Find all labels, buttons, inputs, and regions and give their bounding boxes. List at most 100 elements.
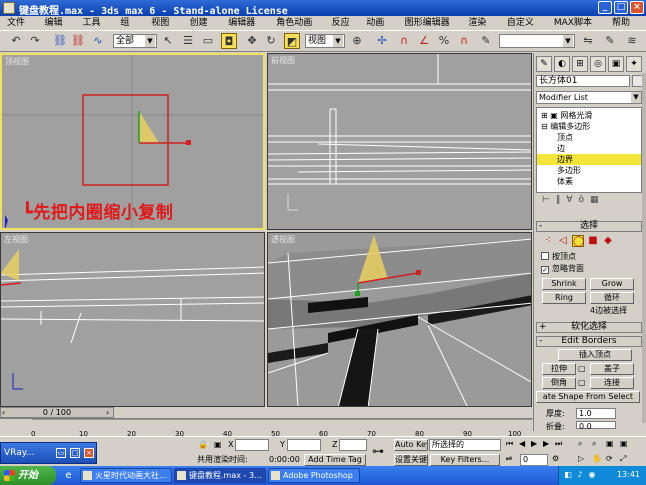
set-key-mode-icon[interactable]: ⊶ — [372, 445, 384, 457]
extrude-settings-icon[interactable]: ▢ — [578, 364, 586, 374]
viewport-front[interactable]: 前视图 — [267, 53, 532, 230]
menu-create[interactable]: 创建(C) — [185, 16, 224, 42]
undo-icon[interactable]: ↶ — [8, 33, 24, 49]
viewport-label-front[interactable]: 前视图 — [271, 55, 295, 66]
track-bar[interactable]: 0 10 20 30 40 50 60 70 80 90 100 — [0, 418, 533, 438]
set-key-button[interactable]: 设置关键 — [394, 454, 428, 466]
cap-button[interactable]: 盖子 — [590, 363, 634, 375]
tray-app-icon[interactable]: ◉ — [587, 470, 597, 480]
viewport-label-perspective[interactable]: 透视图 — [271, 234, 295, 245]
menu-modifiers[interactable]: 编辑器(M) — [223, 16, 271, 42]
shrink-button[interactable]: Shrink — [542, 278, 586, 290]
close-button[interactable]: × — [630, 1, 644, 14]
border-mode-icon[interactable]: ◯ — [572, 235, 584, 247]
unlink-icon[interactable]: ⛓ — [70, 33, 86, 49]
z-coordinate-field[interactable] — [339, 439, 367, 451]
zoom-all-icon[interactable]: ⌕ — [592, 438, 596, 450]
fov-icon[interactable]: ▷ — [578, 453, 584, 465]
select-link-icon[interactable]: ⛓ — [52, 33, 68, 49]
add-time-tag-button[interactable]: Add Time Tag — [304, 454, 366, 466]
current-frame-field[interactable]: 0 — [520, 454, 548, 466]
fold-spinner[interactable]: 0.0 — [576, 421, 616, 431]
bridge-button[interactable]: 连接 — [590, 377, 634, 389]
mirror-icon[interactable]: ⇋ — [580, 33, 596, 49]
object-name-field[interactable]: 长方体01 — [536, 75, 630, 87]
selected-set-dropdown[interactable]: 所选择的 — [429, 439, 501, 451]
pan-icon[interactable]: ✋ — [592, 453, 602, 465]
lock-selection-icon[interactable]: 🔒 — [198, 439, 208, 451]
stack-item-polygon[interactable]: 多边形 — [537, 165, 641, 176]
zoom-extents-icon[interactable]: ▣ — [606, 438, 614, 450]
select-manipulate-icon[interactable]: ✢ — [374, 33, 390, 49]
named-selection-dropdown[interactable] — [499, 34, 575, 48]
viewport-label-left[interactable]: 左视图 — [4, 234, 28, 245]
align-icon[interactable]: ✎ — [602, 33, 618, 49]
polygon-mode-icon[interactable]: ■ — [587, 235, 599, 247]
vray-maximize-icon[interactable]: □ — [70, 448, 80, 458]
arc-rotate-icon[interactable]: ⟳ — [606, 453, 613, 465]
remove-modifier-icon[interactable]: ō — [579, 195, 585, 209]
loop-button[interactable]: 循环 — [590, 292, 634, 304]
edge-mode-icon[interactable]: ◁ — [557, 235, 569, 247]
menu-graph-editors[interactable]: 图形编辑器(D) — [400, 16, 464, 42]
pin-stack-icon[interactable]: ⊢ — [542, 195, 550, 209]
element-mode-icon[interactable]: ◆ — [602, 235, 614, 247]
menu-reactor[interactable]: 反应器 — [327, 16, 362, 42]
play-icon[interactable]: ▶ — [531, 438, 537, 450]
motion-tab-icon[interactable]: ◎ — [590, 56, 606, 72]
menu-maxscript[interactable]: MAX脚本(M) — [549, 16, 607, 42]
next-frame-icon[interactable]: ▶ — [543, 438, 549, 450]
stack-item-edge[interactable]: 边 — [537, 143, 641, 154]
menu-rendering[interactable]: 渲染(R) — [463, 16, 502, 42]
menu-help[interactable]: 帮助(H) — [607, 16, 646, 42]
select-and-move-icon[interactable]: ✥ — [244, 33, 260, 49]
angle-snap-icon[interactable]: ∠ — [416, 33, 432, 49]
menu-customize[interactable]: 自定义(U) — [502, 16, 549, 42]
make-unique-icon[interactable]: ∀ — [566, 195, 572, 209]
auto-key-button[interactable]: Auto Key — [394, 439, 428, 451]
menu-views[interactable]: 视图(V) — [146, 16, 184, 42]
app-icon[interactable] — [3, 2, 15, 14]
modify-tab-icon[interactable]: ◐ — [554, 56, 570, 72]
stack-item-meshsmooth[interactable]: ⊞ ▣ 网格光滑 — [537, 110, 641, 121]
vray-close-icon[interactable]: × — [84, 448, 94, 458]
vertex-mode-icon[interactable]: ⁖ — [542, 235, 554, 247]
stack-item-edit-poly[interactable]: ⊟ 编辑多边形 — [537, 121, 641, 132]
soft-selection-rollout-header[interactable]: + 软化选择 — [536, 322, 642, 333]
stack-item-vertex[interactable]: 顶点 — [537, 132, 641, 143]
reference-coordinate-dropdown[interactable]: 视图 — [305, 34, 345, 48]
task-3dsmax[interactable]: 键盘教程.max - 3... — [174, 468, 266, 483]
redo-icon[interactable]: ↷ — [27, 33, 43, 49]
extrude-button[interactable]: 拉伸 — [542, 363, 576, 375]
chamfer-settings-icon[interactable]: ▢ — [578, 378, 586, 388]
select-and-rotate-icon[interactable]: ↻ — [263, 33, 279, 49]
pivot-center-icon[interactable]: ⊕ — [349, 33, 365, 49]
go-to-start-icon[interactable]: ⏮ — [506, 438, 513, 450]
modifier-list-dropdown[interactable]: Modifier List — [536, 91, 642, 104]
time-slider-prev-icon[interactable]: ‹ — [2, 408, 5, 417]
menu-edit[interactable]: 编辑(E) — [40, 16, 78, 42]
utilities-tab-icon[interactable]: ✦ — [626, 56, 642, 72]
named-selection-icon[interactable]: ✎ — [478, 33, 494, 49]
viewport-label-top[interactable]: 顶视图 — [5, 56, 29, 67]
grow-button[interactable]: Grow — [590, 278, 634, 290]
thickness-spinner[interactable]: 1.0 — [576, 408, 616, 419]
viewport-top[interactable]: 顶视图 ┗先把内圈缩小复制 — [0, 53, 265, 230]
viewport-perspective[interactable]: 透视图 — [267, 232, 532, 407]
menu-tools[interactable]: 工具(T) — [78, 16, 116, 42]
command-panel-scrollbar[interactable] — [642, 73, 646, 423]
menu-file[interactable]: 文件(F) — [2, 16, 40, 42]
spinner-snap-icon[interactable]: ∩ — [456, 33, 472, 49]
minimize-button[interactable]: _ — [598, 1, 612, 14]
zoom-icon[interactable]: ⌕ — [578, 438, 582, 450]
select-and-scale-icon[interactable]: ◩ — [284, 33, 300, 49]
stack-item-element[interactable]: 体素 — [537, 176, 641, 187]
key-mode-toggle-icon[interactable]: ⏯ — [506, 453, 512, 465]
maximize-button[interactable]: □ — [614, 1, 628, 14]
select-object-icon[interactable]: ↖ — [160, 33, 176, 49]
create-tab-icon[interactable]: ✎ — [536, 56, 552, 72]
go-to-end-icon[interactable]: ⏭ — [555, 438, 562, 450]
quicklaunch-ie-icon[interactable]: e — [62, 469, 75, 482]
viewport-left[interactable]: 左视图 — [0, 232, 265, 407]
start-button[interactable]: 开始 — [0, 466, 56, 485]
